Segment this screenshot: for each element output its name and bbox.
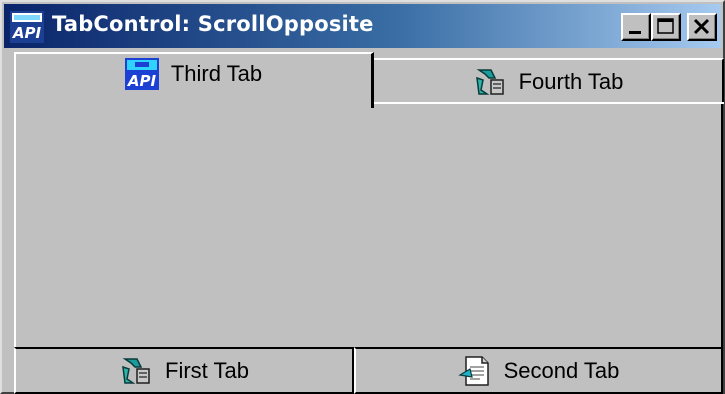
close-button[interactable] bbox=[687, 13, 717, 41]
tab-label: Second Tab bbox=[503, 357, 620, 383]
api-icon: API bbox=[124, 58, 159, 90]
svg-text:API: API bbox=[127, 72, 157, 90]
recycle-icon bbox=[122, 357, 150, 384]
title-bar[interactable]: API TabControl: ScrollOpposite bbox=[4, 4, 721, 48]
minimize-button[interactable] bbox=[621, 13, 651, 41]
svg-text:API: API bbox=[12, 24, 42, 42]
tabcontrol-window: API TabControl: ScrollOpposite Fourth Ta… bbox=[0, 0, 725, 394]
api-icon: API bbox=[10, 11, 44, 43]
minimize-icon bbox=[629, 31, 641, 34]
tab-fourth[interactable]: Fourth Tab bbox=[374, 58, 724, 104]
close-icon bbox=[693, 18, 710, 35]
tab-label: First Tab bbox=[165, 357, 249, 383]
tab-label: Fourth Tab bbox=[518, 69, 624, 94]
maximize-button[interactable] bbox=[651, 13, 681, 41]
window-title: TabControl: ScrollOpposite bbox=[52, 12, 374, 36]
recycle-icon bbox=[475, 69, 504, 95]
tab-strip-edge bbox=[374, 102, 724, 104]
tab-label: Third Tab bbox=[170, 61, 263, 86]
tab-first[interactable]: First Tab bbox=[14, 347, 354, 394]
document-icon bbox=[457, 355, 489, 386]
tab-content-panel bbox=[14, 104, 723, 347]
maximize-icon bbox=[657, 18, 674, 34]
tab-second[interactable]: Second Tab bbox=[354, 347, 723, 394]
tab-third[interactable]: API Third Tab bbox=[14, 52, 374, 108]
